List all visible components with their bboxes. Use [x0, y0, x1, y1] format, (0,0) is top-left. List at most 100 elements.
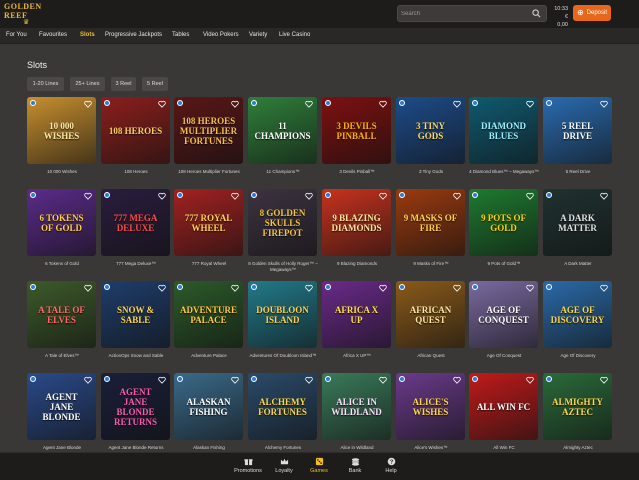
favourite-heart-icon[interactable]	[231, 284, 239, 292]
filter-1-20-lines[interactable]: 1-20 Lines	[27, 77, 64, 91]
game-name[interactable]: 108 Heroes Multiplier Fortunes	[172, 169, 246, 175]
filter-5-reel[interactable]: 5 Reel	[142, 77, 168, 91]
favourite-heart-icon[interactable]	[600, 376, 608, 384]
game-name[interactable]: 4 Diamond Blues™ – Megaways™	[467, 169, 541, 175]
game-name[interactable]: 108 Heroes	[99, 169, 173, 175]
game-tile[interactable]: ALASKAN FISHING	[174, 373, 243, 440]
bottom-nav-promotions[interactable]: Promotions	[228, 457, 268, 474]
search-input[interactable]	[401, 8, 525, 20]
game-name[interactable]: ActionOps Snow and Sable	[99, 353, 173, 359]
game-tile[interactable]: 9 POTS OF GOLD	[469, 189, 538, 256]
favourite-heart-icon[interactable]	[158, 284, 166, 292]
favourite-heart-icon[interactable]	[526, 284, 534, 292]
game-name[interactable]: Agent Jane Blonde	[25, 445, 99, 451]
game-name[interactable]: A Dark Matter	[541, 261, 615, 267]
game-tile[interactable]: 777 ROYAL WHEEL	[174, 189, 243, 256]
favourite-heart-icon[interactable]	[379, 100, 387, 108]
favourite-heart-icon[interactable]	[305, 376, 313, 384]
favourite-heart-icon[interactable]	[600, 192, 608, 200]
game-name[interactable]: Africa X UP™	[320, 353, 394, 359]
tab-video-pokers[interactable]: Video Pokers	[203, 32, 239, 38]
favourite-heart-icon[interactable]	[453, 192, 461, 200]
tab-variety[interactable]: Variety	[249, 32, 267, 38]
game-tile[interactable]: 9 BLAZING DIAMONDS	[322, 189, 391, 256]
favourite-heart-icon[interactable]	[231, 376, 239, 384]
game-tile[interactable]: A TALE OF ELVES	[27, 281, 96, 348]
game-tile[interactable]: A DARK MATTER	[543, 189, 612, 256]
game-tile[interactable]: ALMIGHTY AZTEC	[543, 373, 612, 440]
favourite-heart-icon[interactable]	[231, 100, 239, 108]
game-tile[interactable]: AFRICAN QUEST	[396, 281, 465, 348]
game-tile[interactable]: DIAMOND BLUES	[469, 97, 538, 164]
game-tile[interactable]: 10 000 WISHES	[27, 97, 96, 164]
favourite-heart-icon[interactable]	[305, 192, 313, 200]
game-tile[interactable]: ALICE'S WISHES	[396, 373, 465, 440]
favourite-heart-icon[interactable]	[84, 192, 92, 200]
game-name[interactable]: 8 Golden Skulls of Holly Roger™ – Megawa…	[246, 261, 320, 273]
favourite-heart-icon[interactable]	[158, 376, 166, 384]
game-tile[interactable]: ALCHEMY FORTUNES	[248, 373, 317, 440]
game-name[interactable]: Age Of Discovery	[541, 353, 615, 359]
game-name[interactable]: 777 Royal Wheel	[172, 261, 246, 267]
logo[interactable]: GOLDEN REEF ♛	[4, 2, 48, 26]
game-name[interactable]: 9 Blazing Diamonds	[320, 261, 394, 267]
bottom-nav-bank[interactable]: Bank	[335, 457, 375, 474]
game-tile[interactable]: 108 HEROES	[101, 97, 170, 164]
game-name[interactable]: 6 Tokens of Gold	[25, 261, 99, 267]
favourite-heart-icon[interactable]	[526, 100, 534, 108]
tab-progressive-jackpots[interactable]: Progressive Jackpots	[105, 32, 162, 38]
game-name[interactable]: 5 Reel Drive	[541, 169, 615, 175]
game-tile[interactable]: 3 TINY GODS	[396, 97, 465, 164]
favourite-heart-icon[interactable]	[305, 100, 313, 108]
game-tile[interactable]: ALL WIN FC	[469, 373, 538, 440]
bottom-nav-loyalty[interactable]: Loyalty	[264, 457, 304, 474]
favourite-heart-icon[interactable]	[526, 192, 534, 200]
game-name[interactable]: A Tale of Elves™	[25, 353, 99, 359]
game-tile[interactable]: 108 HEROES MULTIPLIER FORTUNES	[174, 97, 243, 164]
game-name[interactable]: 777 Mega Deluxe™	[99, 261, 173, 267]
game-name[interactable]: African Quest	[394, 353, 468, 359]
deposit-button[interactable]: ⊕ Deposit	[573, 5, 611, 21]
favourite-heart-icon[interactable]	[453, 376, 461, 384]
game-tile[interactable]: AGENT JANE BLONDE	[27, 373, 96, 440]
game-tile[interactable]: AGE OF CONQUEST	[469, 281, 538, 348]
game-tile[interactable]: 3 DEVILS PINBALL	[322, 97, 391, 164]
favourite-heart-icon[interactable]	[84, 100, 92, 108]
game-tile[interactable]: 777 MEGA DELUXE	[101, 189, 170, 256]
tab-tables[interactable]: Tables	[172, 32, 189, 38]
game-tile[interactable]: 8 GOLDEN SKULLS FIREPOT	[248, 189, 317, 256]
filter-3-reel[interactable]: 3 Reel	[111, 77, 136, 91]
game-tile[interactable]: SNOW & SABLE	[101, 281, 170, 348]
bottom-nav-games[interactable]: Games	[299, 457, 339, 474]
favourite-heart-icon[interactable]	[526, 376, 534, 384]
game-name[interactable]: 10 000 Wishes	[25, 169, 99, 175]
balance[interactable]: 10:33 € 0,00	[554, 5, 568, 28]
favourite-heart-icon[interactable]	[84, 284, 92, 292]
game-name[interactable]: Alchemy Fortunes	[246, 445, 320, 451]
game-name[interactable]: Adventure Palace	[172, 353, 246, 359]
search-box[interactable]	[397, 5, 547, 22]
favourite-heart-icon[interactable]	[305, 284, 313, 292]
game-name[interactable]: Almighty Aztec	[541, 445, 615, 451]
favourite-heart-icon[interactable]	[600, 100, 608, 108]
game-name[interactable]: Agent Jane Blonde Returns	[99, 445, 173, 451]
favourite-heart-icon[interactable]	[379, 284, 387, 292]
tab-slots[interactable]: Slots	[80, 32, 95, 38]
game-tile[interactable]: ALICE IN WILDLAND	[322, 373, 391, 440]
tab-live-casino[interactable]: Live Casino	[279, 32, 310, 38]
game-name[interactable]: 3 Devils Pinball™	[320, 169, 394, 175]
tab-favourites[interactable]: Favourites	[39, 32, 67, 38]
game-tile[interactable]: DOUBLOON ISLAND	[248, 281, 317, 348]
game-tile[interactable]: AGE OF DISCOVERY	[543, 281, 612, 348]
favourite-heart-icon[interactable]	[158, 192, 166, 200]
favourite-heart-icon[interactable]	[158, 100, 166, 108]
game-name[interactable]: 3 Tiny Gods	[394, 169, 468, 175]
game-tile[interactable]: ADVENTURE PALACE	[174, 281, 243, 348]
game-tile[interactable]: 9 MASKS OF FIRE	[396, 189, 465, 256]
game-name[interactable]: Alaskan Fishing	[172, 445, 246, 451]
game-name[interactable]: Adventures Of Doubloon Island™	[246, 353, 320, 359]
search-icon[interactable]	[532, 9, 541, 18]
favourite-heart-icon[interactable]	[379, 192, 387, 200]
bottom-nav-help[interactable]: ? Help	[371, 457, 411, 474]
game-name[interactable]: All Win FC	[467, 445, 541, 451]
